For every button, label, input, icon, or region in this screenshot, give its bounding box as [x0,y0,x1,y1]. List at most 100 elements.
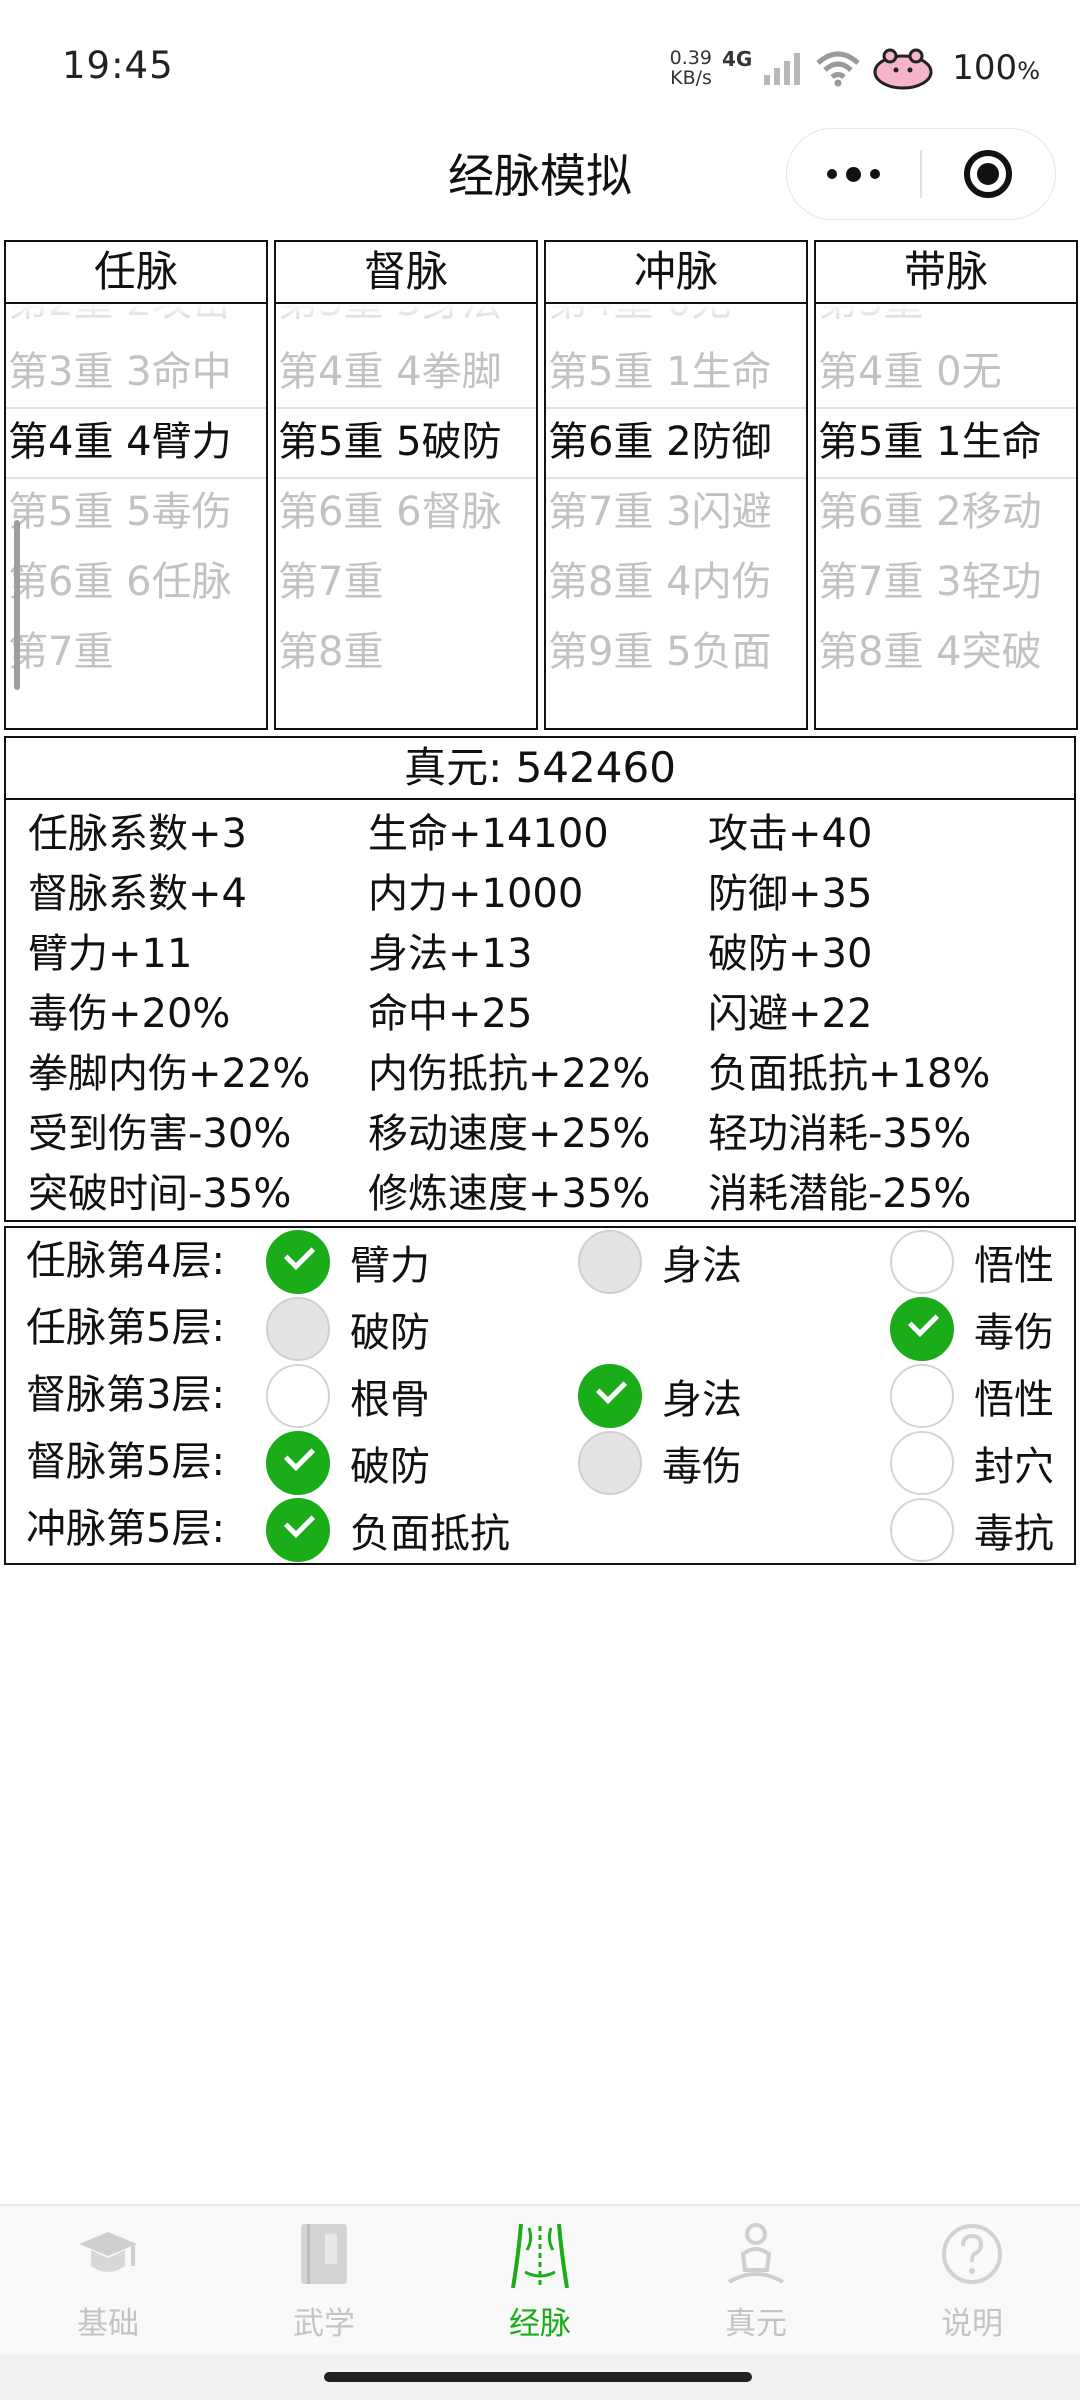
stat-bonus: 内伤抵抗+22% [368,1051,651,1097]
more-dot-icon [827,169,838,179]
stat-bonus: 受到伤害-30% [28,1111,292,1157]
radio-checked-icon[interactable] [890,1296,954,1361]
net-speed-unit: KB/s [670,67,712,89]
tab-label: 说明 [941,2306,1003,2342]
graduation-cap-icon [79,2232,137,2272]
close-button[interactable] [922,129,1055,219]
stat-bonus: 命中+25 [368,991,533,1037]
meridian-body-icon [511,2223,569,2289]
tab-help[interactable]: 说明 [864,2206,1080,2356]
stat-bonus: 轻功消耗-35% [708,1111,972,1157]
stat-bonus: 毒伤+20% [28,991,231,1037]
radio-option-label: 臂力 [350,1242,430,1289]
radio-circle-icon[interactable] [890,1430,954,1495]
picker-option[interactable]: 第8重 4内伤 [546,547,806,617]
radio-option[interactable]: 破防 [266,1429,430,1496]
status-indicators: 0.39 KB/s 4G 100% [670,40,1040,96]
picker-selection-line [546,477,806,479]
picker-selected-option[interactable]: 第5重 5破防 [276,407,536,477]
radio-circle-icon[interactable] [890,1363,954,1428]
picker-option[interactable]: 第8重 [276,617,536,687]
picker-wheel[interactable]: 第1重 1生命第2重 2攻击第3重 3命中第4重 4臂力第5重 5毒伤第6重 6… [6,304,266,728]
picker-option[interactable]: 第7重 [6,617,266,687]
meridian-name: 督脉 [276,242,536,304]
tab-basics[interactable]: 基础 [0,2206,216,2356]
choice-row: 督脉第5层: 破防 毒伤 封穴 [6,1429,1074,1496]
picker-option[interactable]: 第8重 4突破 [816,617,1076,687]
picker-option[interactable]: 第4重 0无 [816,337,1076,407]
more-dot-icon [846,166,862,182]
layer-choices: 任脉第4层: 臂力 身法 悟性 任脉第5层: 破防 毒伤 督脉第3层: 根骨 身法 悟性 督脉第5层:… [4,1226,1076,1565]
picker-selection-line [816,477,1076,479]
radio-option-label: 根骨 [350,1376,430,1423]
choice-row: 任脉第4层: 臂力 身法 悟性 [6,1228,1074,1295]
radio-option: 身法 [578,1228,742,1295]
radio-checked-icon[interactable] [266,1229,330,1294]
home-indicator[interactable] [324,2372,752,2382]
picker-option[interactable]: 第7重 [276,547,536,617]
book-icon [301,2224,347,2284]
radio-option[interactable]: 身法 [578,1362,742,1429]
more-button[interactable] [787,129,920,219]
picker-option[interactable]: 第4重 4拳脚 [276,337,536,407]
picker-selected-option[interactable]: 第6重 2防御 [546,407,806,477]
radio-option[interactable]: 悟性 [890,1362,1054,1429]
stat-bonus: 破防+30 [708,931,873,977]
picker-fade [6,706,266,728]
radio-option[interactable]: 毒抗 [890,1496,1054,1563]
picker-option[interactable]: 第6重 2移动 [816,477,1076,547]
picker-option[interactable]: 第7重 3闪避 [546,477,806,547]
picker-selected-option[interactable]: 第4重 4臂力 [6,407,266,477]
mini-program-capsule [786,128,1056,220]
picker-fade [276,706,536,728]
picker-option[interactable]: 第6重 6督脉 [276,477,536,547]
stats-panel: 真元: 542460 任脉系数+3 生命+14100 攻击+40 督脉系数+4 内力+1… [4,736,1076,1222]
radio-checked-icon[interactable] [266,1497,330,1562]
picker-option[interactable]: 第7重 3轻功 [816,547,1076,617]
radio-checked-icon[interactable] [578,1363,642,1428]
picker-wheel[interactable]: 第3重第4重 0无第5重 1生命第6重 2防御第7重 3闪避第8重 4内伤第9重… [546,304,806,728]
stat-bonus: 修炼速度+35% [368,1171,651,1217]
picker-option[interactable]: 第5重 5毒伤 [6,477,266,547]
picker-selected-option[interactable]: 第5重 1生命 [816,407,1076,477]
radio-circle-icon[interactable] [890,1497,954,1562]
radio-option[interactable]: 负面抵抗 [266,1496,510,1563]
radio-option[interactable]: 悟性 [890,1228,1054,1295]
radio-option-label: 身法 [662,1376,742,1423]
radio-checked-icon[interactable] [266,1430,330,1495]
picker-wheel[interactable]: 第2重第3重第4重 0无第5重 1生命第6重 2移动第7重 3轻功第8重 4突破 [816,304,1076,728]
picker-selection-line [276,407,536,409]
meridian-picker[interactable]: 督脉第2重 2内力第3重 3身法第4重 4拳脚第5重 5破防第6重 6督脉第7重… [274,240,538,730]
stat-bonus: 拳脚内伤+22% [28,1051,311,1097]
picker-fade [276,304,536,328]
meridian-picker[interactable]: 带脉第2重第3重第4重 0无第5重 1生命第6重 2移动第7重 3轻功第8重 4… [814,240,1078,730]
picker-wheel[interactable]: 第2重 2内力第3重 3身法第4重 4拳脚第5重 5破防第6重 6督脉第7重第8… [276,304,536,728]
picker-option[interactable]: 第5重 1生命 [546,337,806,407]
radio-option-label: 毒伤 [974,1309,1054,1356]
zhenyuan-total: 真元: 542460 [6,738,1074,800]
picker-option[interactable]: 第9重 5负面 [546,617,806,687]
radio-circle-icon[interactable] [890,1229,954,1294]
tab-martial-arts[interactable]: 武学 [216,2206,432,2356]
meridian-picker[interactable]: 任脉第1重 1生命第2重 2攻击第3重 3命中第4重 4臂力第5重 5毒伤第6重… [4,240,268,730]
battery-value: 100 [952,48,1018,88]
radio-option-label: 负面抵抗 [350,1510,510,1557]
net-speed-value: 0.39 [669,47,712,69]
picker-fade [546,706,806,728]
choice-row: 冲脉第5层: 负面抵抗 毒抗 [6,1496,1074,1563]
tab-meridians[interactable]: 经脉 [432,2206,648,2356]
stat-bonus: 消耗潜能-25% [708,1171,972,1217]
radio-option[interactable]: 臂力 [266,1228,430,1295]
picker-option[interactable]: 第3重 3命中 [6,337,266,407]
radio-option[interactable]: 封穴 [890,1429,1054,1496]
radio-option[interactable]: 根骨 [266,1362,430,1429]
tab-zhenyuan[interactable]: 真元 [648,2206,864,2356]
radio-option-label: 破防 [350,1309,430,1356]
picker-option[interactable]: 第6重 6任脉 [6,547,266,617]
tab-label: 基础 [77,2306,139,2342]
scroll-indicator [14,520,20,690]
meridian-picker[interactable]: 冲脉第3重第4重 0无第5重 1生命第6重 2防御第7重 3闪避第8重 4内伤第… [544,240,808,730]
radio-option[interactable]: 毒伤 [890,1295,1054,1362]
choice-layer-label: 督脉第5层: [26,1439,225,1485]
radio-circle-icon[interactable] [266,1363,330,1428]
